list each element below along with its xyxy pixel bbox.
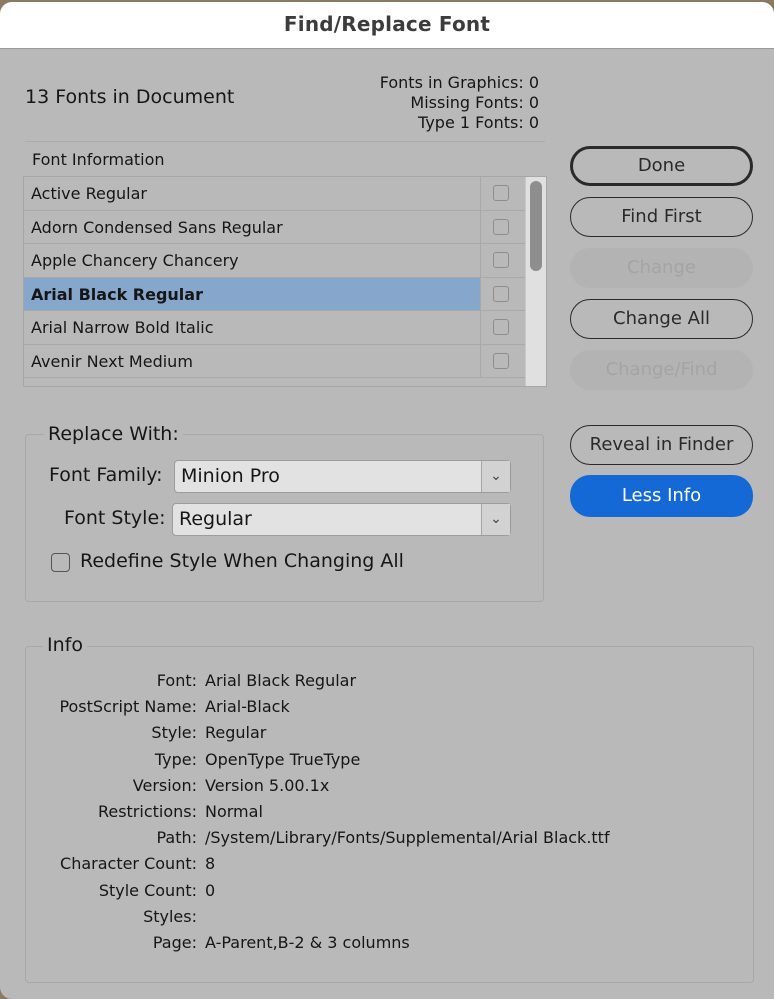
done-button[interactable]: Done (570, 146, 753, 186)
font-name[interactable]: Arial Black Regular (24, 277, 481, 310)
info-row-postscript-name: PostScript Name: Arial-Black (59, 697, 290, 716)
find-first-button[interactable]: Find First (570, 197, 753, 237)
font-list-row[interactable]: Apple Chancery Chancery (24, 244, 546, 278)
font-style-label: Font Style: (64, 507, 166, 529)
replace-with-legend: Replace With: (44, 423, 183, 445)
font-list-row[interactable]: Active Regular (24, 177, 546, 211)
change-button[interactable]: Change (570, 248, 753, 288)
redefine-style-checkbox[interactable] (51, 553, 70, 572)
font-row-checkbox[interactable] (493, 185, 509, 201)
font-style-value: Regular (179, 508, 252, 530)
dialog-title: Find/Replace Font (283, 12, 491, 36)
fonts-in-document-count: 13 Fonts in Document (25, 86, 235, 108)
info-row-path: Path:/System/Library/Fonts/Supplemental/… (156, 828, 610, 847)
info-legend: Info (43, 634, 87, 656)
font-family-select[interactable]: Minion Pro ⌄ (174, 460, 511, 493)
font-list-row[interactable]: Adorn Condensed Sans Regular (24, 210, 546, 244)
font-row-checkbox[interactable] (493, 352, 509, 369)
chevron-down-icon[interactable]: ⌄ (481, 504, 510, 535)
change-find-button[interactable]: Change/Find (570, 350, 753, 390)
info-row-style: Style: Regular (151, 723, 267, 742)
find-replace-font-dialog: Find/Replace Font 13 Fonts in Document F… (0, 2, 774, 999)
title-bar: Find/Replace Font (0, 2, 774, 49)
stat-missing-fonts: Missing Fonts: 0 (410, 93, 539, 112)
font-information-header: Font Information (32, 150, 165, 169)
change-all-button[interactable]: Change All (570, 299, 753, 339)
font-list-row[interactable]: Avenir Next Medium (24, 344, 546, 378)
font-family-label: Font Family: (49, 464, 163, 486)
redefine-style-label[interactable]: Redefine Style When Changing All (80, 550, 404, 572)
reveal-in-finder-button[interactable]: Reveal in Finder (570, 425, 753, 465)
info-row-character-count: Character Count: 8 (60, 854, 216, 873)
divider (25, 141, 545, 142)
font-name[interactable]: Active Regular (24, 177, 481, 210)
font-list-scrollbar[interactable] (525, 177, 546, 386)
font-style-select[interactable]: Regular ⌄ (172, 503, 511, 536)
font-row-checkbox[interactable] (493, 218, 509, 235)
info-row-page: Page: A-Parent,B-2 & 3 columns (152, 933, 410, 952)
info-row-version: Version: Version 5.00.1x (132, 776, 330, 795)
stat-fonts-in-graphics: Fonts in Graphics: 0 (379, 73, 539, 92)
font-row-checkbox[interactable] (493, 285, 509, 302)
stat-type1-fonts: Type 1 Fonts: 0 (418, 113, 539, 132)
less-info-button[interactable]: Less Info (570, 475, 753, 517)
info-row-styles: Styles: (143, 907, 197, 926)
font-family-value: Minion Pro (181, 465, 280, 487)
font-name[interactable]: Adorn Condensed Sans Regular (24, 210, 481, 243)
info-row-font: Font: Arial Black Regular (156, 671, 357, 690)
scrollbar-thumb[interactable] (530, 181, 542, 271)
info-row-style-count: Style Count: 0 (98, 881, 216, 900)
chevron-down-icon[interactable]: ⌄ (481, 461, 510, 492)
font-row-checkbox[interactable] (493, 252, 509, 268)
font-name[interactable]: Apple Chancery Chancery (24, 244, 481, 277)
font-row-checkbox[interactable] (493, 319, 509, 335)
font-name[interactable]: Avenir Next Medium (24, 344, 481, 377)
font-list-row[interactable]: Arial Narrow Bold Italic (24, 311, 546, 345)
font-name[interactable]: Arial Narrow Bold Italic (24, 311, 481, 344)
font-list[interactable]: Active Regular Adorn Condensed Sans Regu… (23, 176, 547, 387)
font-stats: Fonts in Graphics: 0 Missing Fonts: 0 Ty… (380, 73, 539, 133)
info-row-restrictions: Restrictions: Normal (97, 802, 263, 821)
font-list-row-selected[interactable]: Arial Black Regular (24, 277, 546, 311)
info-row-type: Type: OpenType TrueType (154, 750, 361, 769)
